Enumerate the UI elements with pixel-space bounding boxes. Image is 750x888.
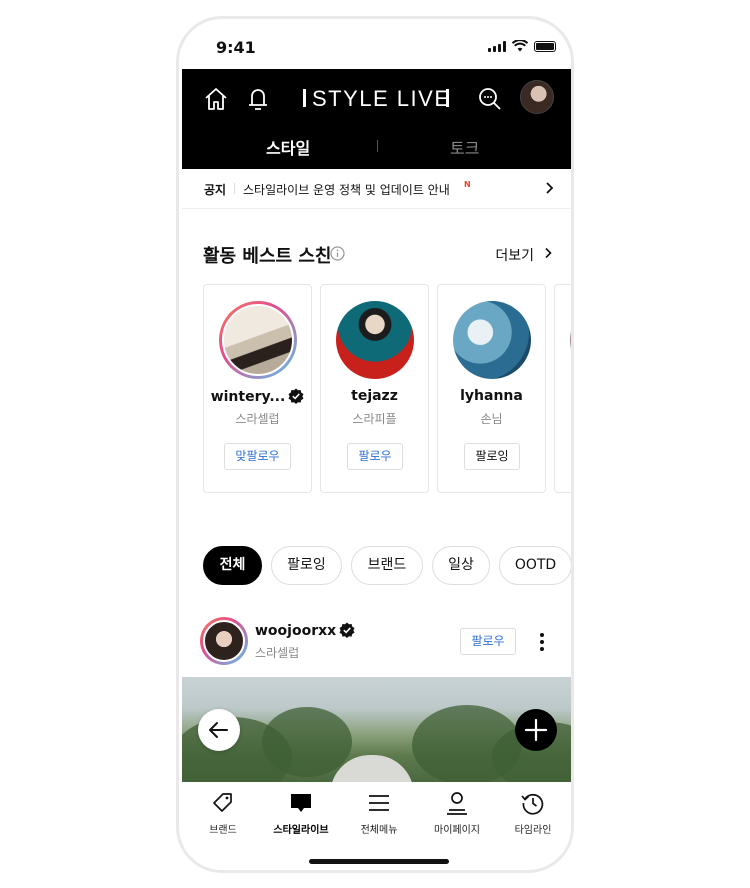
user-avatar[interactable] (570, 301, 571, 379)
notice-label: 공지 (204, 183, 227, 197)
nav-timeline-label: 타임라인 (514, 825, 552, 836)
more-link[interactable]: 더보기 (495, 245, 534, 265)
post-follow-button[interactable]: 팔로우 (460, 628, 516, 655)
signal-icon (488, 41, 506, 52)
filter-chips: 전체 팔로잉 브랜드 일상 OOTD (203, 546, 571, 586)
post-author-name: woojoorxx (255, 623, 337, 639)
battery-icon (534, 41, 556, 52)
new-badge: N (464, 180, 471, 189)
status-bar: 9:41 (182, 22, 571, 69)
user-name: tejazz (351, 388, 398, 404)
user-name-row: wintery... (204, 388, 311, 405)
filter-chip-following[interactable]: 팔로잉 (271, 546, 342, 585)
plus-icon (524, 718, 548, 742)
nav-brand-label: 브랜드 (209, 825, 237, 836)
tag-icon (213, 793, 232, 812)
nav-my-page[interactable]: 마이페이지 (418, 790, 496, 836)
wifi-icon (512, 40, 528, 52)
filter-chip-brand[interactable]: 브랜드 (351, 546, 423, 585)
best-skins-carousel[interactable]: wintery... 스라셀럽 맞팔로우 tejazz 스라피플 팔로우 lyh… (203, 284, 571, 494)
user-avatar[interactable] (336, 301, 414, 379)
bell-icon[interactable] (244, 85, 272, 113)
nav-style-live-label: 스타일라이브 (273, 825, 329, 836)
user-name: lyhanna (460, 388, 523, 404)
follow-button[interactable]: 팔로우 (347, 443, 403, 470)
tab-divider (377, 140, 378, 152)
home-indicator (309, 859, 449, 864)
nav-timeline[interactable]: 타임라인 (494, 790, 571, 836)
chat-bubble-icon (291, 794, 311, 812)
app-screen: 9:41 STYLE LIVE 스타일 토크 공지 스타일라이브 운영 정책 및… (182, 22, 571, 870)
post-author-role: 스라셀럽 (255, 646, 300, 660)
post-author-name-row[interactable]: woojoorxx (255, 622, 355, 639)
info-icon[interactable] (330, 246, 345, 261)
user-avatar[interactable] (453, 301, 531, 379)
chevron-right-icon (546, 182, 554, 194)
nav-brand[interactable]: 브랜드 (184, 790, 262, 836)
user-card[interactable]: lyhanna 손님 팔로잉 (437, 284, 546, 493)
user-avatar[interactable] (219, 301, 297, 379)
filter-chip-all[interactable]: 전체 (203, 546, 262, 585)
filter-chip-daily[interactable]: 일상 (432, 546, 490, 585)
tab-style[interactable]: 스타일 (266, 135, 310, 159)
menu-icon (369, 795, 389, 811)
notice-text: 스타일라이브 운영 정책 및 업데이트 안내 (243, 183, 450, 197)
verified-badge-icon (288, 388, 304, 404)
status-icons (488, 40, 556, 52)
nav-all-menu[interactable]: 전체메뉴 (340, 790, 418, 836)
post-author-avatar[interactable] (200, 617, 248, 665)
person-icon (447, 792, 467, 815)
user-role: 스라피플 (352, 412, 397, 426)
filter-chip-ootd[interactable]: OOTD (499, 546, 571, 585)
user-card[interactable]: wintery... 스라셀럽 맞팔로우 (203, 284, 312, 493)
following-button[interactable]: 팔로잉 (464, 443, 520, 470)
add-post-button[interactable] (515, 709, 557, 751)
main-tabs: 스타일 토크 (182, 135, 571, 161)
follow-back-button[interactable]: 맞팔로우 (224, 443, 291, 470)
nav-style-live[interactable]: 스타일라이브 (262, 790, 340, 836)
verified-badge-icon (339, 622, 355, 638)
user-role: 스라셀럽 (235, 412, 280, 426)
phone-frame: 9:41 STYLE LIVE 스타일 토크 공지 스타일라이브 운영 정책 및… (176, 16, 574, 873)
notice-divider (234, 183, 235, 194)
notice-bar[interactable]: 공지 스타일라이브 운영 정책 및 업데이트 안내 N (182, 169, 571, 209)
logo-bar-right (446, 89, 449, 107)
logo-bar-left (303, 89, 306, 107)
tab-talk[interactable]: 토크 (450, 135, 479, 159)
profile-avatar[interactable] (520, 80, 554, 114)
style-live-logo[interactable]: STYLE LIVE (312, 86, 451, 112)
more-options-icon[interactable] (539, 632, 545, 652)
chevron-right-icon[interactable] (542, 247, 554, 259)
back-button[interactable] (198, 709, 240, 751)
status-time: 9:41 (216, 38, 256, 57)
user-role: 손님 (480, 412, 503, 426)
arrow-left-icon (209, 722, 228, 738)
nav-my-page-label: 마이페이지 (434, 825, 480, 836)
home-icon[interactable] (202, 85, 230, 113)
nav-all-menu-label: 전체메뉴 (360, 825, 398, 836)
history-icon (521, 793, 544, 815)
user-card[interactable]: tejazz 스라피플 팔로우 (320, 284, 429, 493)
user-card-partial[interactable] (554, 284, 571, 493)
user-name: wintery... (210, 389, 286, 405)
search-icon[interactable] (476, 85, 504, 113)
section-title: 활동 베스트 스친 (203, 246, 332, 267)
app-header: STYLE LIVE 스타일 토크 (182, 69, 571, 169)
